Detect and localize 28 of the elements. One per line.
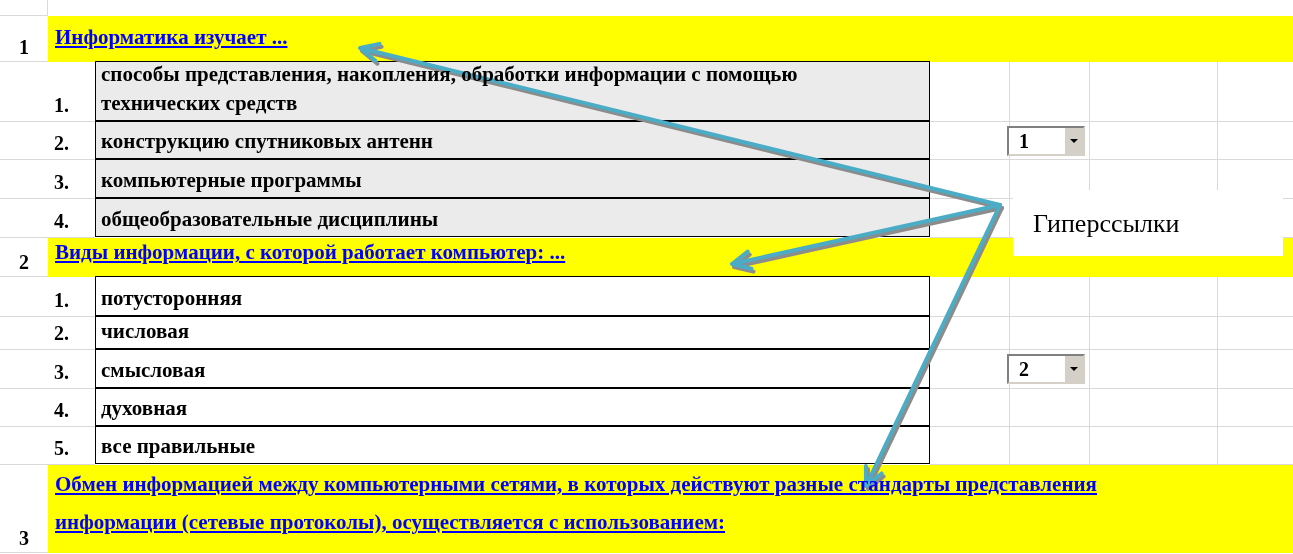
question-number: 1	[19, 37, 29, 57]
dropdown-value: 1	[1018, 128, 1030, 154]
option-number: 2.	[54, 131, 69, 156]
question-number: 3	[19, 528, 29, 548]
callout-box: Гиперссылки	[1013, 190, 1283, 256]
question-link[interactable]: Информатика изучает ...	[55, 18, 288, 56]
option-cell: потусторонняя	[95, 276, 930, 316]
option-number: 3.	[54, 360, 69, 385]
option-number: 4.	[54, 398, 69, 423]
option-cell: способы представления, накопления, обработки информации с помощью технических средств	[95, 61, 930, 121]
option-cell: смысловая	[95, 349, 930, 388]
answer-dropdown[interactable]: 1	[1007, 125, 1085, 156]
question-link[interactable]: Обмен информацией между компьютерными сетями, в которых действуют разные стандарты представления информации (сетевые протоколы), осуществляется с использованием:	[55, 465, 1140, 547]
option-cell: все правильные	[95, 426, 930, 464]
option-cell: конструкцию спутниковых антенн	[95, 121, 930, 159]
option-number: 2.	[54, 321, 69, 346]
option-number: 5.	[54, 436, 69, 461]
dropdown-value: 2	[1018, 357, 1030, 382]
option-number: 1.	[54, 93, 69, 118]
option-number: 1.	[54, 288, 69, 313]
option-number: 3.	[54, 170, 69, 195]
option-cell: общеобразовательные дисциплины	[95, 198, 930, 237]
option-cell: числовая	[95, 316, 930, 349]
question-number: 2	[19, 252, 29, 272]
answer-dropdown[interactable]: 2	[1007, 354, 1085, 384]
option-number: 4.	[54, 209, 69, 234]
option-cell: компьютерные программы	[95, 159, 930, 198]
option-cell: духовная	[95, 388, 930, 426]
